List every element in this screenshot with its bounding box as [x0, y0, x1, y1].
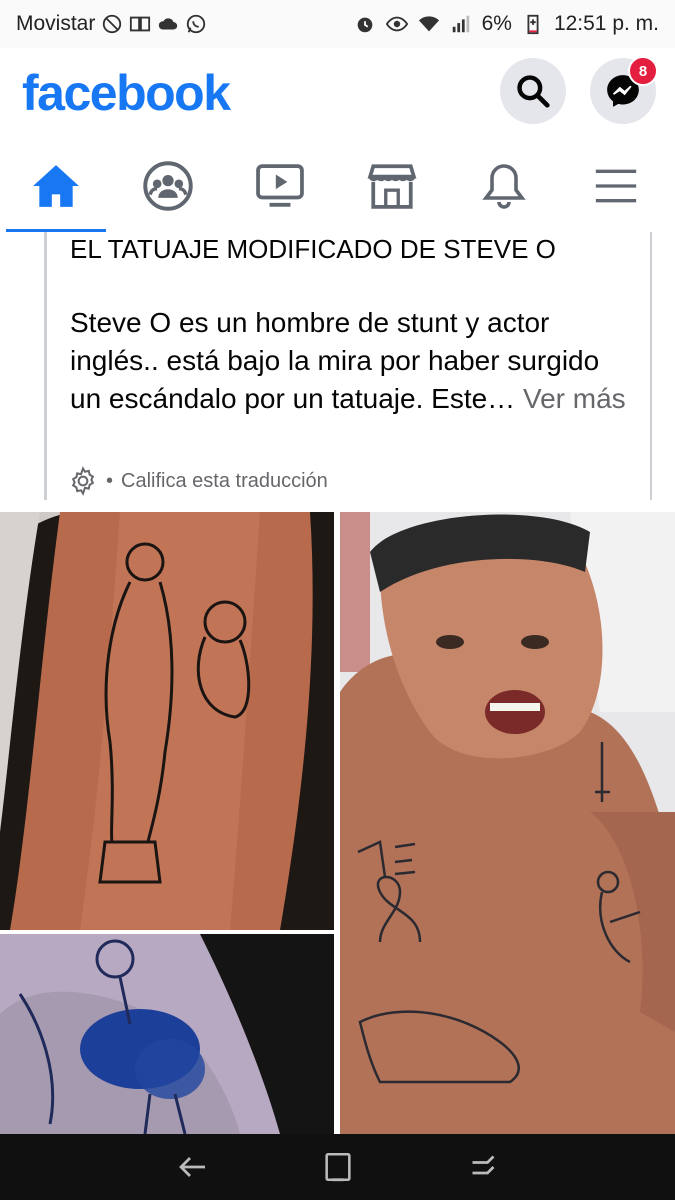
rate-translation-link[interactable]: Califica esta traducción: [121, 470, 328, 493]
app-header: facebook 8: [0, 48, 675, 140]
post-photos: [0, 512, 675, 1134]
tab-menu[interactable]: [560, 140, 672, 232]
tab-home[interactable]: [0, 140, 112, 233]
android-nav-bar: [0, 1134, 675, 1200]
photo-steve-o-shirtless[interactable]: [340, 512, 675, 1134]
tab-notifications[interactable]: [448, 140, 560, 232]
do-not-disturb-icon: [103, 14, 122, 34]
modified-tattoo-image: [0, 934, 334, 1134]
watch-icon: [256, 164, 304, 207]
photo-tattoo-modified[interactable]: [0, 934, 334, 1134]
home-icon: [33, 165, 79, 207]
whatsapp-icon: [187, 14, 206, 34]
tab-watch[interactable]: [224, 140, 336, 232]
eye-icon: [385, 16, 408, 32]
wifi-icon: [418, 16, 439, 32]
marketplace-icon: [367, 164, 417, 209]
groups-icon: [143, 161, 193, 211]
gear-icon: [71, 466, 95, 496]
alarm-icon: [357, 17, 372, 33]
cloud-icon: [159, 18, 178, 30]
battery-icon: [527, 14, 539, 35]
see-more-link[interactable]: Ver más: [523, 383, 626, 414]
home-button-icon[interactable]: [321, 1150, 355, 1184]
back-arrow-icon[interactable]: [175, 1149, 211, 1185]
main-nav: [0, 140, 675, 233]
post-text-section: EL TATUAJE MODIFICADO DE STEVE O Steve O…: [0, 232, 675, 512]
tab-marketplace[interactable]: [336, 140, 448, 232]
battery-percent: 6%: [481, 12, 512, 35]
recent-apps-icon[interactable]: [465, 1149, 501, 1185]
post-body: Steve O es un hombre de stunt y actor in…: [70, 304, 630, 418]
carrier-name: Movistar: [16, 12, 96, 35]
search-icon: [517, 75, 550, 108]
post-title: EL TATUAJE MODIFICADO DE STEVE O: [70, 234, 556, 264]
book-icon: [130, 16, 151, 32]
search-button[interactable]: [500, 58, 566, 124]
steve-o-image: [340, 512, 675, 1134]
signal-icon: [452, 15, 469, 33]
clock: 12:51 p. m.: [553, 12, 659, 35]
photo-tattoo-arm[interactable]: [0, 512, 334, 930]
notifications-icon: [482, 164, 526, 209]
status-bar: Movistar 6% 12:51 p. m.: [0, 0, 675, 48]
rate-translation-row[interactable]: • Califica esta traducción: [68, 466, 328, 496]
messenger-badge: 8: [628, 56, 658, 86]
post-body-text: Steve O es un hombre de stunt y actor in…: [70, 307, 600, 414]
tab-groups[interactable]: [112, 140, 224, 232]
separator-dot: •: [106, 469, 114, 492]
messenger-button[interactable]: 8: [590, 56, 658, 124]
tattoo-arm-image: [0, 512, 334, 930]
facebook-logo[interactable]: facebook: [22, 64, 231, 122]
menu-icon: [595, 169, 637, 203]
